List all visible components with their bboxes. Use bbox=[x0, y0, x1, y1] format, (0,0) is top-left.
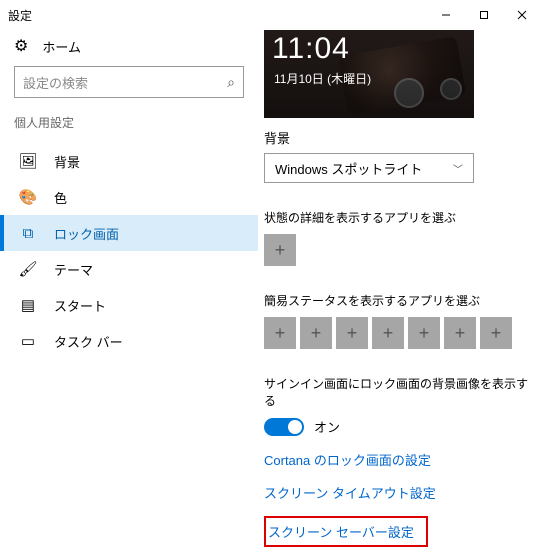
search-icon: ⌕ bbox=[227, 74, 235, 91]
nav-label: タスク バー bbox=[54, 332, 123, 351]
nav-label: テーマ bbox=[54, 260, 93, 279]
add-quick-app-button[interactable]: + bbox=[300, 317, 332, 349]
sidebar: ⚙ ホーム 設定の検索 ⌕ 個人用設定 🖼 背景 🎨 色 ⧉ ロック画面 🖌 テ… bbox=[0, 30, 258, 514]
preview-date: 11月10日 (木曜日) bbox=[274, 70, 371, 87]
image-icon: 🖼 bbox=[20, 152, 36, 170]
gear-icon: ⚙ bbox=[14, 36, 28, 56]
cortana-lock-settings-link[interactable]: Cortana のロック画面の設定 bbox=[264, 450, 531, 469]
nav-item-themes[interactable]: 🖌 テーマ bbox=[0, 251, 258, 287]
section-title: 個人用設定 bbox=[14, 114, 244, 131]
lockscreen-preview: 11:04 11月10日 (木曜日) bbox=[264, 30, 474, 118]
quick-apps-label: 簡易ステータスを表示するアプリを選ぶ bbox=[264, 292, 531, 309]
nav-label: 色 bbox=[54, 188, 67, 207]
theme-icon: 🖌 bbox=[20, 260, 36, 278]
add-quick-app-button[interactable]: + bbox=[444, 317, 476, 349]
window-title: 設定 bbox=[8, 7, 427, 24]
add-quick-app-button[interactable]: + bbox=[372, 317, 404, 349]
add-quick-app-button[interactable]: + bbox=[336, 317, 368, 349]
nav-item-lockscreen[interactable]: ⧉ ロック画面 bbox=[0, 215, 258, 251]
search-input[interactable]: 設定の検索 ⌕ bbox=[14, 66, 244, 98]
lockscreen-icon: ⧉ bbox=[20, 225, 36, 242]
nav-label: スタート bbox=[54, 296, 106, 315]
nav-label: 背景 bbox=[54, 152, 80, 171]
home-button[interactable]: ⚙ ホーム bbox=[14, 36, 244, 56]
dropdown-value: Windows スポットライト bbox=[275, 159, 422, 178]
maximize-button[interactable] bbox=[465, 1, 503, 29]
close-button[interactable] bbox=[503, 1, 541, 29]
background-dropdown[interactable]: Windows スポットライト ﹀ bbox=[264, 153, 474, 183]
signin-bg-toggle[interactable] bbox=[264, 418, 304, 436]
add-quick-app-button[interactable]: + bbox=[480, 317, 512, 349]
detail-apps-label: 状態の詳細を表示するアプリを選ぶ bbox=[264, 209, 531, 226]
nav-item-taskbar[interactable]: ▭ タスク バー bbox=[0, 323, 258, 359]
toggle-state: オン bbox=[314, 417, 340, 436]
start-icon: ▤ bbox=[20, 296, 36, 314]
signin-bg-label: サインイン画面にロック画面の背景画像を表示する bbox=[264, 375, 531, 409]
nav-item-color[interactable]: 🎨 色 bbox=[0, 179, 258, 215]
content-area: 11:04 11月10日 (木曜日) 背景 Windows スポットライト ﹀ … bbox=[258, 30, 549, 514]
nav-label: ロック画面 bbox=[54, 224, 119, 243]
title-bar: 設定 bbox=[0, 0, 549, 30]
minimize-button[interactable] bbox=[427, 1, 465, 29]
taskbar-icon: ▭ bbox=[20, 332, 36, 350]
home-label: ホーム bbox=[42, 37, 81, 56]
screen-saver-link[interactable]: スクリーン セーバー設定 bbox=[264, 516, 428, 547]
add-quick-app-button[interactable]: + bbox=[408, 317, 440, 349]
chevron-down-icon: ﹀ bbox=[453, 161, 463, 176]
add-detail-app-button[interactable]: + bbox=[264, 234, 296, 266]
add-quick-app-button[interactable]: + bbox=[264, 317, 296, 349]
window-controls bbox=[427, 1, 541, 29]
screen-timeout-link[interactable]: スクリーン タイムアウト設定 bbox=[264, 483, 531, 502]
preview-time: 11:04 bbox=[272, 32, 350, 66]
nav-item-background[interactable]: 🖼 背景 bbox=[0, 143, 258, 179]
search-placeholder: 設定の検索 bbox=[23, 73, 88, 92]
palette-icon: 🎨 bbox=[20, 188, 36, 206]
background-label: 背景 bbox=[264, 128, 531, 147]
nav-item-start[interactable]: ▤ スタート bbox=[0, 287, 258, 323]
